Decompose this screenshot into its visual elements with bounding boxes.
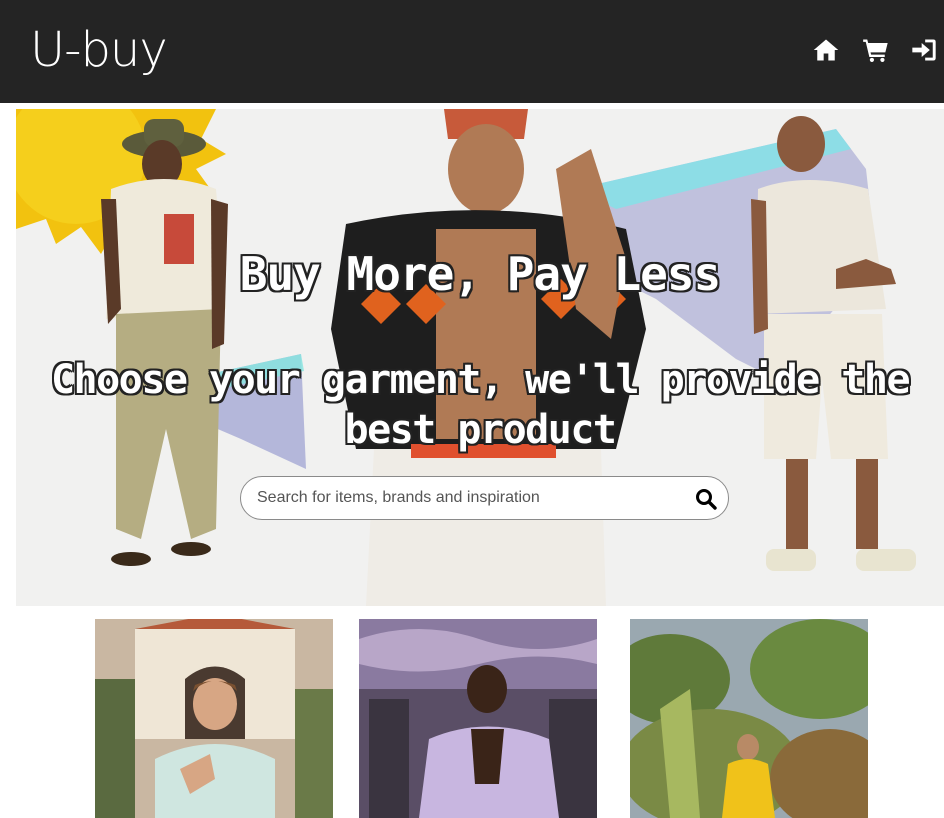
- magnifier-icon[interactable]: [694, 487, 718, 511]
- man-lilac-shirt-photo[interactable]: [359, 619, 597, 818]
- cart-icon[interactable]: [862, 36, 890, 64]
- hero-banner: Buy More, Pay Less Choose your garment, …: [16, 109, 944, 606]
- logo[interactable]: U-buy: [30, 22, 168, 78]
- right-model: [751, 116, 916, 571]
- search-bar: [240, 476, 729, 520]
- hero-subheadline: Choose your garment, we'll provide the b…: [50, 357, 911, 453]
- man-white-tee-photo[interactable]: [95, 619, 333, 818]
- home-icon[interactable]: [812, 36, 840, 64]
- search-input[interactable]: [257, 477, 677, 519]
- top-navbar: U-buy: [0, 0, 944, 103]
- hero-headline: Buy More, Pay Less: [239, 247, 722, 301]
- sign-in-icon[interactable]: [910, 36, 938, 64]
- woman-yellow-dress-photo[interactable]: [630, 619, 868, 818]
- left-model: [101, 119, 228, 566]
